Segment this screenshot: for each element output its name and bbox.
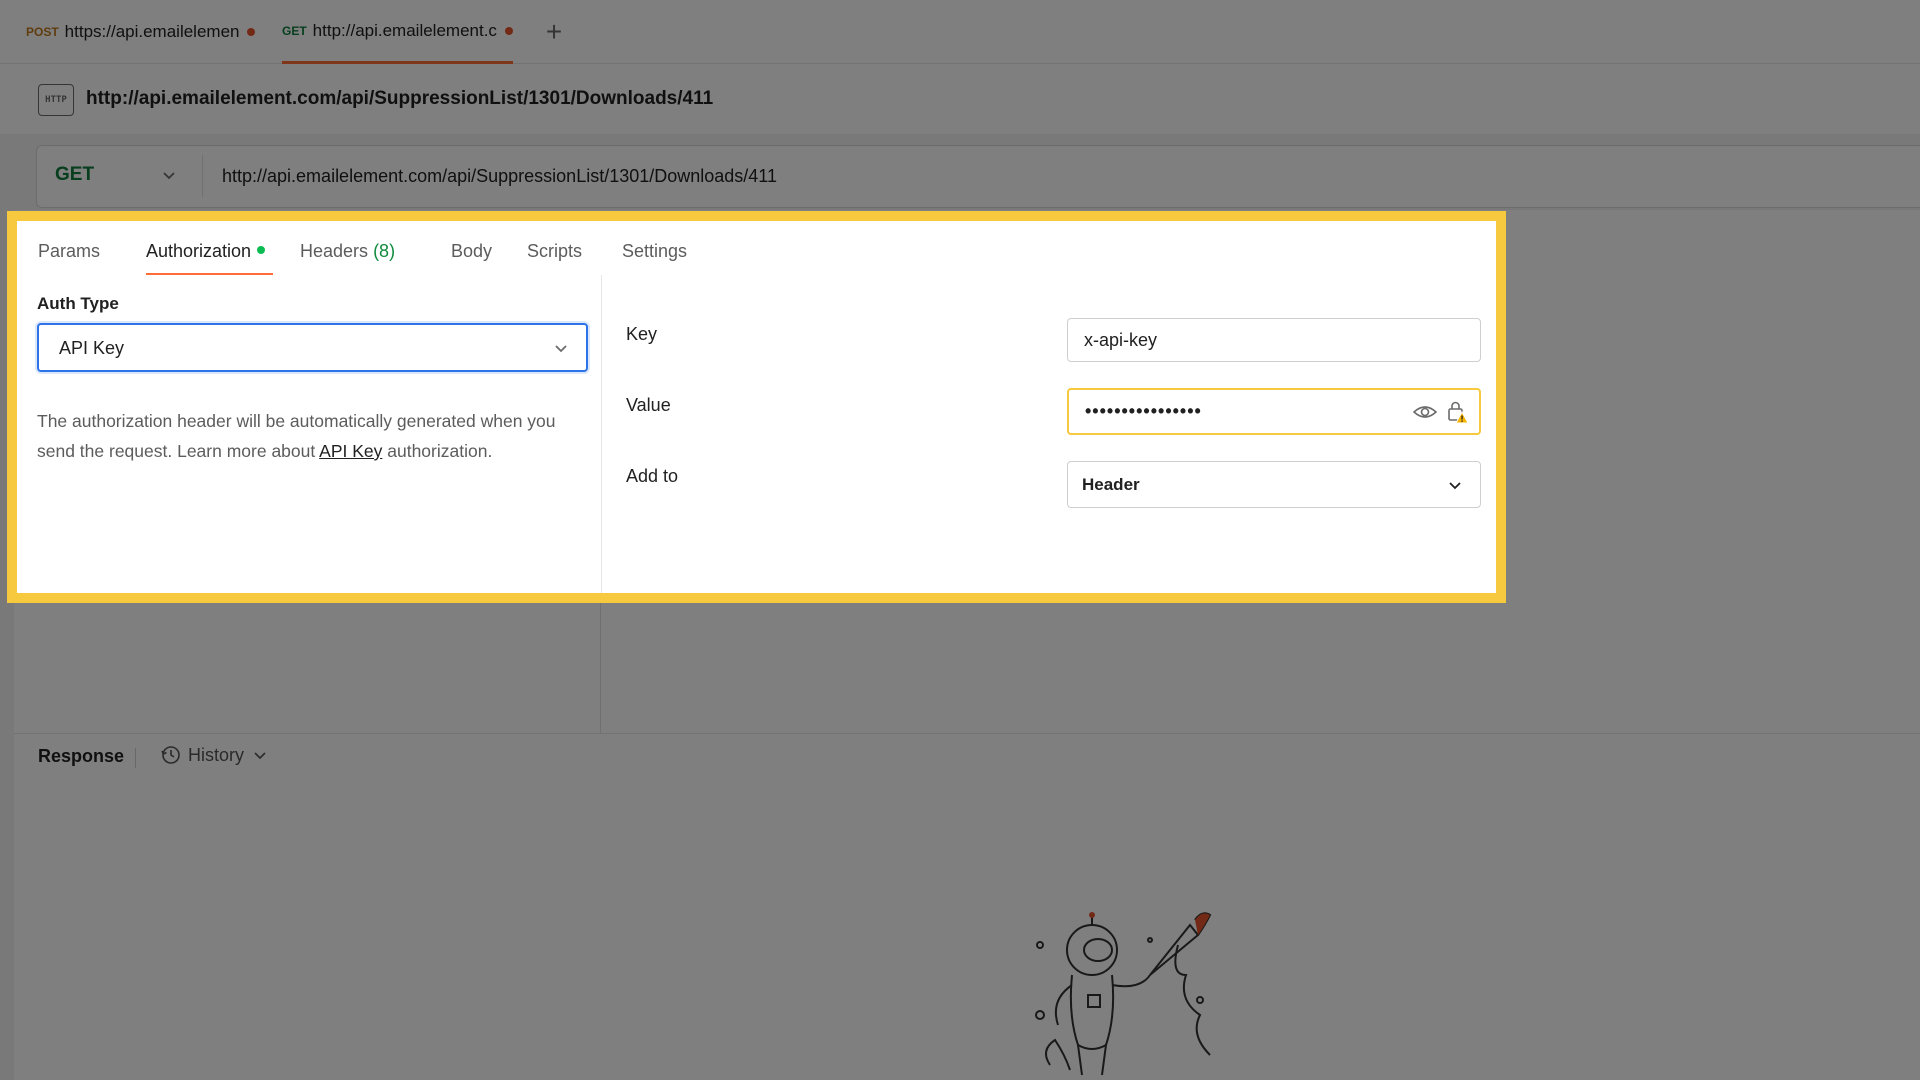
auth-type-label: Auth Type [37, 294, 119, 313]
lock-warning-icon[interactable] [1447, 400, 1469, 424]
tab-settings[interactable]: Settings [622, 241, 687, 262]
add-to-value: Header [1082, 475, 1140, 494]
eye-icon[interactable] [1413, 402, 1437, 422]
active-tab-indicator [146, 273, 273, 275]
add-to-label: Add to [626, 466, 679, 486]
auth-description: The authorization header will be automat… [37, 411, 556, 461]
key-input[interactable]: x-api-key [1067, 318, 1481, 362]
add-to-select[interactable]: Header [1067, 461, 1481, 508]
request-section-tabs: Params Authorization Headers (8) Body Sc… [17, 221, 1496, 281]
tab-body[interactable]: Body [451, 241, 492, 262]
tab-authorization[interactable]: Authorization [146, 241, 266, 262]
tab-params[interactable]: Params [38, 241, 100, 262]
authorization-panel: Params Authorization Headers (8) Body Sc… [7, 211, 1506, 603]
key-value: x-api-key [1084, 330, 1158, 350]
value-input[interactable]: •••••••••••••••• [1067, 388, 1481, 435]
value-masked: •••••••••••••••• [1085, 401, 1202, 421]
chevron-down-icon [555, 345, 567, 353]
tab-scripts[interactable]: Scripts [527, 241, 582, 262]
auth-type-value: API Key [59, 338, 125, 358]
auth-type-select[interactable]: API Key [37, 323, 588, 372]
divider [601, 275, 602, 593]
key-label: Key [626, 324, 658, 344]
active-dot [257, 246, 266, 255]
value-label: Value [626, 395, 671, 415]
chevron-down-icon [1449, 482, 1461, 490]
tab-headers[interactable]: Headers (8) [300, 241, 395, 262]
headers-count: (8) [373, 241, 396, 261]
api-key-docs-link[interactable]: API Key [319, 441, 382, 461]
